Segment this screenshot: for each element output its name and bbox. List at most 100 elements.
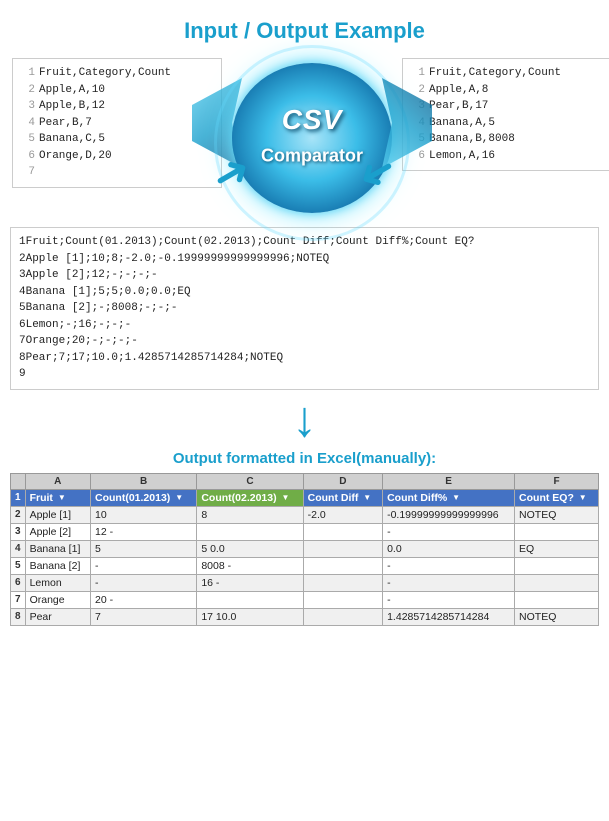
data-cell: Pear	[25, 608, 90, 625]
data-cell: -	[383, 523, 515, 540]
data-cell	[515, 574, 599, 591]
col-header: B	[91, 473, 197, 489]
data-cell	[515, 557, 599, 574]
filter-icon[interactable]: ▼	[579, 493, 587, 502]
table-row: 4Banana [1]55 0.00.0EQ	[11, 540, 599, 557]
data-cell	[303, 523, 382, 540]
filter-icon[interactable]: ▼	[175, 493, 183, 502]
data-cell: -	[91, 557, 197, 574]
data-cell	[303, 591, 382, 608]
excel-title: Output formatted in Excel(manually):	[0, 450, 609, 467]
data-cell	[303, 608, 382, 625]
header-cell: Count EQ? ▼	[515, 489, 599, 506]
line-number: 7	[19, 335, 26, 347]
col-header: D	[303, 473, 382, 489]
output-csv-line: 9	[19, 366, 590, 383]
csv-line: 1Fruit,Category,Count	[21, 65, 213, 82]
excel-section: ABCDEF 1Fruit ▼Count(01.2013) ▼Count(02.…	[0, 473, 609, 640]
line-content: Apple,A,8	[429, 82, 488, 99]
col-header	[11, 473, 26, 489]
output-csv-line: 2Apple [1];10;8;-2.0;-0.1999999999999999…	[19, 251, 590, 268]
line-number: 8	[19, 352, 26, 364]
csv-line: 1Fruit,Category,Count	[411, 65, 603, 82]
line-content: Fruit;Count(01.2013);Count(02.2013);Coun…	[26, 236, 475, 248]
data-cell: 7	[91, 608, 197, 625]
output-csv-line: 6Lemon;-;16;-;-;-	[19, 317, 590, 334]
data-cell: 20 -	[91, 591, 197, 608]
row-number: 8	[11, 608, 26, 625]
output-csv-line: 5Banana [2];-;8008;-;-;-	[19, 300, 590, 317]
line-content: Fruit,Category,Count	[39, 65, 171, 82]
output-csv-line: 4Banana [1];5;5;0.0;0.0;EQ	[19, 284, 590, 301]
data-cell	[515, 523, 599, 540]
data-cell: 0.0	[383, 540, 515, 557]
data-cell	[515, 591, 599, 608]
line-content: Fruit,Category,Count	[429, 65, 561, 82]
col-header: A	[25, 473, 90, 489]
logo-csv-text: CSV	[282, 104, 343, 136]
data-cell: Orange	[25, 591, 90, 608]
line-content: Banana [1];5;5;0.0;0.0;EQ	[26, 286, 191, 298]
csv-line: 2Apple,A,8	[411, 82, 603, 99]
row-number: 4	[11, 540, 26, 557]
line-content: Lemon;-;16;-;-;-	[26, 319, 132, 331]
data-cell: EQ	[515, 540, 599, 557]
data-cell: 10	[91, 506, 197, 523]
line-number: 5	[19, 302, 26, 314]
data-cell: -	[383, 591, 515, 608]
csv-output: 1Fruit;Count(01.2013);Count(02.2013);Cou…	[10, 227, 599, 390]
filter-icon[interactable]: ▼	[282, 493, 290, 502]
logo-comparator-text: Comparator	[261, 146, 363, 167]
data-cell: Lemon	[25, 574, 90, 591]
line-content: Banana [2];-;8008;-;-;-	[26, 302, 178, 314]
excel-table: ABCDEF 1Fruit ▼Count(01.2013) ▼Count(02.…	[10, 473, 599, 626]
line-number: 9	[19, 368, 26, 380]
data-cell: 16 -	[197, 574, 303, 591]
data-cell: 8008 -	[197, 557, 303, 574]
output-csv-line: 8Pear;7;17;10.0;1.4285714285714284;NOTEQ	[19, 350, 590, 367]
col-header: E	[383, 473, 515, 489]
data-cell: Banana [1]	[25, 540, 90, 557]
data-cell: -	[383, 574, 515, 591]
line-content: Apple [1];10;8;-2.0;-0.19999999999999996…	[26, 253, 330, 265]
table-row: 3Apple [2]12 - -	[11, 523, 599, 540]
header-cell: Count Diff ▼	[303, 489, 382, 506]
table-row: 8Pear717 10.01.4285714285714284NOTEQ	[11, 608, 599, 625]
line-number: 2	[19, 253, 26, 265]
data-cell: NOTEQ	[515, 608, 599, 625]
data-cell	[197, 591, 303, 608]
col-header-row: ABCDEF	[11, 473, 599, 489]
line-content: Apple [2];12;-;-;-;-	[26, 269, 158, 281]
data-cell: 12 -	[91, 523, 197, 540]
header-cell: Count(02.2013) ▼	[197, 489, 303, 506]
filter-icon[interactable]: ▼	[363, 493, 371, 502]
line-number: 2	[21, 82, 35, 99]
header-cell: Fruit ▼	[25, 489, 90, 506]
filter-icon[interactable]: ▼	[58, 493, 66, 502]
excel-header-row: 1Fruit ▼Count(01.2013) ▼Count(02.2013) ▼…	[11, 489, 599, 506]
data-cell: 5	[91, 540, 197, 557]
line-content: Orange;20;-;-;-;-	[26, 335, 138, 347]
data-cell: Apple [2]	[25, 523, 90, 540]
output-csv-line: 7Orange;20;-;-;-;-	[19, 333, 590, 350]
data-cell: Banana [2]	[25, 557, 90, 574]
row-number: 3	[11, 523, 26, 540]
table-row: 7Orange20 - -	[11, 591, 599, 608]
data-cell	[303, 557, 382, 574]
data-cell: -	[383, 557, 515, 574]
output-csv-line: 3Apple [2];12;-;-;-;-	[19, 267, 590, 284]
header-cell: Count Diff% ▼	[383, 489, 515, 506]
data-cell: NOTEQ	[515, 506, 599, 523]
filter-icon[interactable]: ▼	[452, 493, 460, 502]
arrow-output-down: ↓	[0, 394, 609, 444]
line-number: 3	[19, 269, 26, 281]
line-number: 4	[19, 286, 26, 298]
header-cell: Count(01.2013) ▼	[91, 489, 197, 506]
data-cell: 1.4285714285714284	[383, 608, 515, 625]
data-cell	[303, 574, 382, 591]
col-header: C	[197, 473, 303, 489]
row-number: 7	[11, 591, 26, 608]
line-number: 6	[19, 319, 26, 331]
line-number: 1	[19, 236, 26, 248]
line-content: Pear;7;17;10.0;1.4285714285714284;NOTEQ	[26, 352, 283, 364]
